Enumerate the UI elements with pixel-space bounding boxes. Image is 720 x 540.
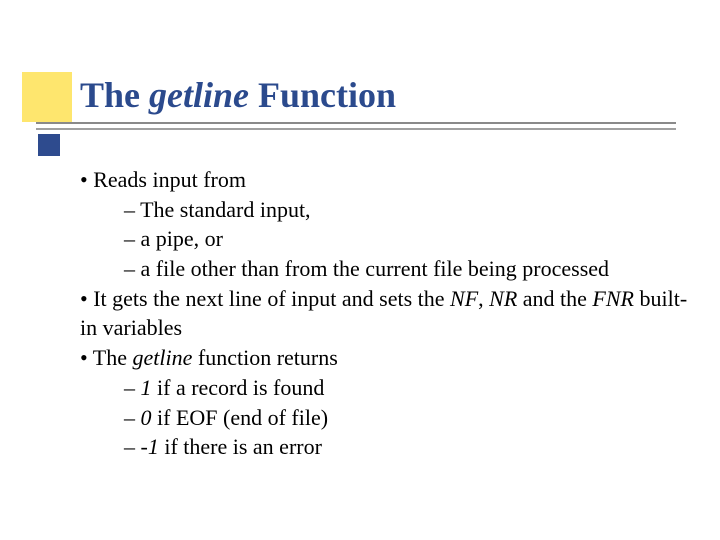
subbullet-return-neg1: – -1 if there is an error <box>80 432 690 462</box>
slide-title: The getline Function <box>80 74 396 116</box>
title-post: Function <box>249 75 396 115</box>
subbullet-return-1: – 1 if a record is found <box>80 373 690 403</box>
subbullet-stdin: – The standard input, <box>80 195 690 225</box>
text: if EOF (end of file) <box>152 405 329 430</box>
text: • The <box>80 345 133 370</box>
text: if there is an error <box>159 434 322 459</box>
decor-yellow-square <box>22 72 72 122</box>
bullet-reads-input: • Reads input from <box>80 165 690 195</box>
text: if a record is found <box>152 375 325 400</box>
val-neg1: -1 <box>141 434 159 459</box>
text: and the <box>517 286 592 311</box>
decor-rule-bottom <box>36 128 676 130</box>
decor-rule-top <box>36 122 676 124</box>
var-fnr: FNR <box>592 286 634 311</box>
text: – <box>124 434 141 459</box>
var-nf: NF <box>450 286 478 311</box>
slide-body: • Reads input from – The standard input,… <box>80 165 690 462</box>
text: • It gets the next line of input and set… <box>80 286 450 311</box>
text: , <box>478 286 489 311</box>
var-nr: NR <box>489 286 517 311</box>
text: – <box>124 375 141 400</box>
val-1: 1 <box>141 375 152 400</box>
subbullet-file: – a file other than from the current fil… <box>80 254 690 284</box>
val-0: 0 <box>141 405 152 430</box>
subbullet-return-0: – 0 if EOF (end of file) <box>80 403 690 433</box>
title-pre: The <box>80 75 149 115</box>
bullet-returns: • The getline function returns <box>80 343 690 373</box>
subbullet-pipe: – a pipe, or <box>80 224 690 254</box>
decor-blue-square <box>38 134 60 156</box>
func-getline: getline <box>133 345 193 370</box>
title-emph: getline <box>149 75 249 115</box>
bullet-sets-vars: • It gets the next line of input and set… <box>80 284 690 343</box>
text: function returns <box>192 345 337 370</box>
text: – <box>124 405 141 430</box>
